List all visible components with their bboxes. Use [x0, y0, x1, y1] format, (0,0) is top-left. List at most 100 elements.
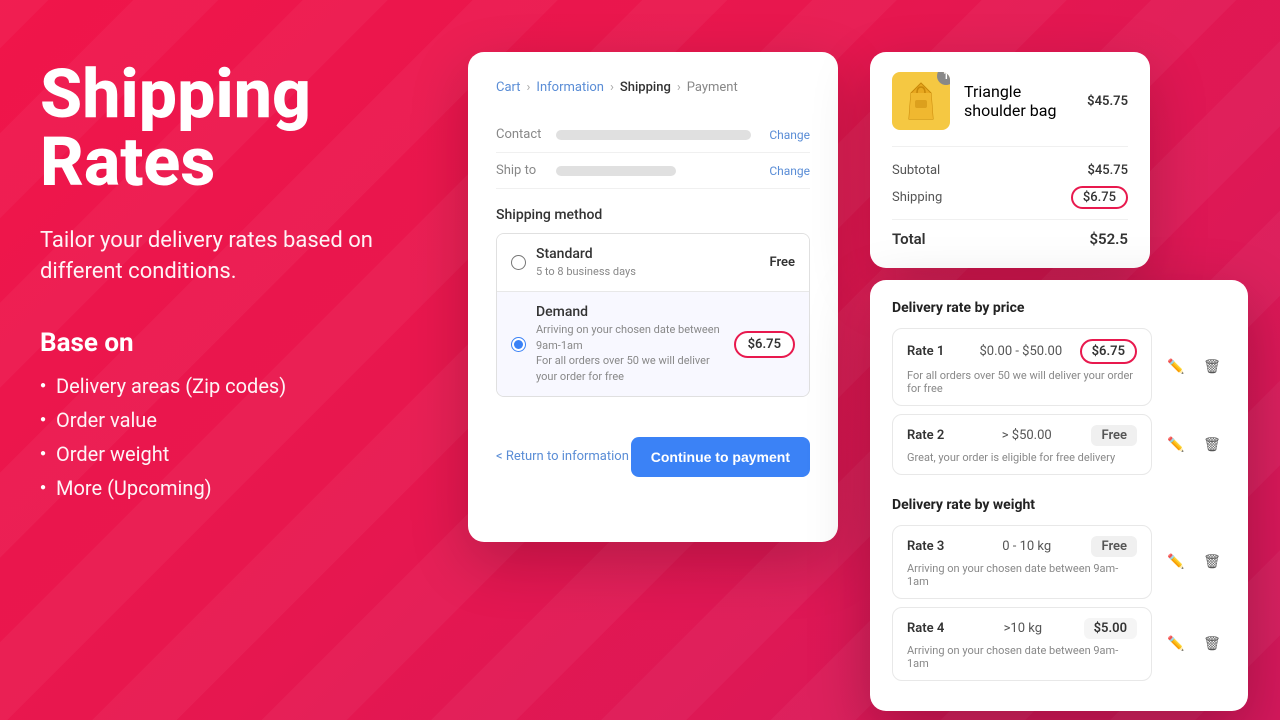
rate2-desc: Great, your order is eligible for free d… [907, 451, 1137, 464]
breadcrumb-information[interactable]: Information [536, 80, 604, 95]
bag-icon [903, 79, 939, 123]
method-demand-price: $6.75 [734, 331, 795, 358]
rate2-edit-button[interactable]: ✏️ [1162, 431, 1190, 459]
rate2-wrapper: Rate 2 > $50.00 Free Great, your order i… [892, 414, 1226, 475]
method-options: Standard 5 to 8 business days Free Deman… [496, 233, 810, 397]
rate4-row: Rate 4 >10 kg $5.00 Arriving on your cho… [892, 607, 1152, 681]
left-panel: Shipping Rates Tailor your delivery rate… [40, 60, 420, 510]
contact-label: Contact [496, 127, 556, 142]
rate3-range: 0 - 10 kg [962, 539, 1091, 554]
rate2-range: > $50.00 [962, 428, 1091, 443]
rate4-name: Rate 4 [907, 621, 962, 636]
method-standard-radio[interactable] [511, 255, 526, 270]
list-item: Delivery areas (Zip codes) [40, 374, 420, 398]
total-label: Total [892, 230, 926, 248]
rate1-name: Rate 1 [907, 344, 962, 359]
rate4-top: Rate 4 >10 kg $5.00 [907, 618, 1137, 639]
shipping-value: $6.75 [1071, 186, 1128, 209]
contact-row: Contact Change [496, 117, 810, 153]
base-on-list: Delivery areas (Zip codes) Order value O… [40, 374, 420, 500]
shipping-row: Shipping $6.75 [892, 186, 1128, 209]
subtitle: Tailor your delivery rates based on diff… [40, 226, 420, 288]
order-item: 1 Triangle shoulder bag $45.75 [892, 72, 1128, 147]
rate4-delete-button[interactable]: 🗑 [1198, 630, 1226, 658]
rate3-edit-button[interactable]: ✏️ [1162, 548, 1190, 576]
main-title: Shipping Rates [40, 60, 420, 196]
rate1-price: $6.75 [1080, 339, 1137, 364]
product-image: 1 [892, 72, 950, 130]
method-demand-desc: Arriving on your chosen date between 9am… [536, 322, 734, 384]
rate4-price: $5.00 [1084, 618, 1137, 639]
rate2-actions: ✏️ 🗑 [1162, 431, 1226, 459]
total-final-row: Total $52.5 [892, 230, 1128, 248]
breadcrumb-cart[interactable]: Cart [496, 80, 521, 95]
rate3-row: Rate 3 0 - 10 kg Free Arriving on your c… [892, 525, 1152, 599]
rate3-price: Free [1091, 536, 1137, 557]
method-standard-name: Standard [536, 246, 769, 262]
rate4-desc: Arriving on your chosen date between 9am… [907, 644, 1137, 670]
method-demand-info: Demand Arriving on your chosen date betw… [536, 304, 734, 384]
contact-change-link[interactable]: Change [769, 128, 810, 142]
breadcrumb-sep1: › [527, 80, 531, 95]
ship-to-row: Ship to Change [496, 153, 810, 189]
breadcrumb-shipping: Shipping [620, 80, 671, 95]
checkout-actions: < Return to information Continue to paym… [468, 421, 838, 493]
list-item: Order weight [40, 442, 420, 466]
shipping-method-title: Shipping method [496, 207, 810, 223]
ship-to-label: Ship to [496, 163, 556, 178]
rate2-price: Free [1091, 425, 1137, 446]
rate2-top: Rate 2 > $50.00 Free [907, 425, 1137, 446]
rate3-delete-button[interactable]: 🗑 [1198, 548, 1226, 576]
breadcrumb-payment: Payment [687, 80, 738, 95]
rate1-actions: ✏️ 🗑 [1162, 353, 1226, 381]
subtotal-value: $45.75 [1087, 163, 1128, 178]
checkout-card: Cart › Information › Shipping › Payment … [468, 52, 838, 542]
ship-to-change-link[interactable]: Change [769, 164, 810, 178]
order-summary-card: 1 Triangle shoulder bag $45.75 Subtotal … [870, 52, 1150, 268]
breadcrumb: Cart › Information › Shipping › Payment [496, 80, 810, 95]
rate1-row: Rate 1 $0.00 - $50.00 $6.75 For all orde… [892, 328, 1152, 406]
breadcrumb-sep3: › [677, 80, 681, 95]
delivery-rates-card: Delivery rate by price Rate 1 $0.00 - $5… [870, 280, 1248, 711]
subtotal-row: Subtotal $45.75 [892, 163, 1128, 178]
rate3-desc: Arriving on your chosen date between 9am… [907, 562, 1137, 588]
by-price-title: Delivery rate by price [892, 300, 1226, 316]
return-link[interactable]: < Return to information [496, 449, 629, 464]
rate2-row: Rate 2 > $50.00 Free Great, your order i… [892, 414, 1152, 475]
rate4-range: >10 kg [962, 621, 1084, 636]
rate4-actions: ✏️ 🗑 [1162, 630, 1226, 658]
rate1-edit-button[interactable]: ✏️ [1162, 353, 1190, 381]
method-standard-price: Free [769, 255, 795, 270]
by-weight-title: Delivery rate by weight [892, 497, 1226, 513]
continue-button[interactable]: Continue to payment [631, 437, 810, 477]
rate1-top: Rate 1 $0.00 - $50.00 $6.75 [907, 339, 1137, 364]
contact-value-bar [556, 130, 751, 140]
order-item-price: $45.75 [1087, 94, 1128, 109]
list-item: More (Upcoming) [40, 476, 420, 500]
order-item-name: Triangle shoulder bag [964, 82, 1073, 120]
rate3-wrapper: Rate 3 0 - 10 kg Free Arriving on your c… [892, 525, 1226, 599]
rate4-wrapper: Rate 4 >10 kg $5.00 Arriving on your cho… [892, 607, 1226, 681]
total-divider [892, 219, 1128, 220]
method-standard[interactable]: Standard 5 to 8 business days Free [497, 234, 809, 291]
rate1-range: $0.00 - $50.00 [962, 344, 1080, 359]
shipping-label: Shipping [892, 190, 942, 205]
rate3-name: Rate 3 [907, 539, 962, 554]
rate3-top: Rate 3 0 - 10 kg Free [907, 536, 1137, 557]
rate1-desc: For all orders over 50 we will deliver y… [907, 369, 1137, 395]
method-demand[interactable]: Demand Arriving on your chosen date betw… [497, 291, 809, 396]
rate4-edit-button[interactable]: ✏️ [1162, 630, 1190, 658]
subtotal-label: Subtotal [892, 163, 940, 178]
rate2-delete-button[interactable]: 🗑 [1198, 431, 1226, 459]
rate1-delete-button[interactable]: 🗑 [1198, 353, 1226, 381]
rate1-wrapper: Rate 1 $0.00 - $50.00 $6.75 For all orde… [892, 328, 1226, 406]
method-demand-name: Demand [536, 304, 734, 320]
order-totals: Subtotal $45.75 Shipping $6.75 Total $52… [892, 163, 1128, 248]
list-item: Order value [40, 408, 420, 432]
base-on-heading: Base on [40, 328, 420, 358]
method-demand-radio[interactable] [511, 337, 526, 352]
rate3-actions: ✏️ 🗑 [1162, 548, 1226, 576]
method-standard-desc: 5 to 8 business days [536, 264, 769, 279]
breadcrumb-sep2: › [610, 80, 614, 95]
rate2-name: Rate 2 [907, 428, 962, 443]
